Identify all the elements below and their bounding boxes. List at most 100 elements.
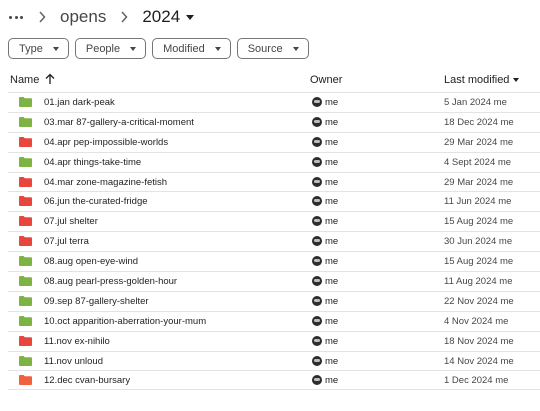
file-name: 07.jul terra xyxy=(44,236,89,248)
avatar xyxy=(312,375,322,386)
table-row[interactable]: 12.dec cvan-bursary me 1 Dec 2024 me xyxy=(8,370,540,391)
file-last-modified: 11 Jun 2024 me xyxy=(444,196,512,208)
file-name: 09.sep 87-gallery-shelter xyxy=(44,295,149,307)
table-row[interactable]: 04.apr pep-impossible-worlds me 29 Mar 202… xyxy=(8,131,540,152)
file-last-modified: 4 Sept 2024 me xyxy=(444,156,512,168)
filter-modified-chip[interactable]: Modified xyxy=(152,38,231,59)
file-owner: me xyxy=(325,315,339,327)
table-row[interactable]: 04.mar zone-magazine-fetish me 29 Mar 2024… xyxy=(8,171,540,192)
chevron-right-icon xyxy=(34,9,50,25)
breadcrumb-current-folder[interactable]: 2024 xyxy=(142,7,195,27)
column-owner-header[interactable]: Owner xyxy=(310,74,342,86)
folder-icon xyxy=(19,315,32,326)
folder-icon xyxy=(19,176,32,187)
filter-source-chip[interactable]: Source xyxy=(236,38,309,59)
avatar xyxy=(312,176,322,187)
file-list-header: Name Owner Last modified xyxy=(0,70,540,92)
avatar xyxy=(312,355,322,366)
table-row[interactable]: 07.jul terra me 30 Jun 2024 me xyxy=(8,231,540,251)
avatar xyxy=(312,216,322,227)
column-last-modified-label: Last modified xyxy=(444,74,510,86)
table-row[interactable]: 09.sep 87-gallery-shelter me 22 Nov 2024 m… xyxy=(8,290,540,311)
avatar xyxy=(312,236,322,247)
chevron-right-icon xyxy=(116,9,132,25)
file-owner: me xyxy=(325,156,339,168)
filter-people-chip[interactable]: People xyxy=(74,38,147,59)
file-owner: me xyxy=(325,116,339,128)
file-owner: me xyxy=(325,196,339,208)
file-owner: me xyxy=(325,276,339,288)
avatar xyxy=(312,136,322,147)
folder-icon xyxy=(19,216,32,227)
avatar xyxy=(312,156,322,167)
file-name: 11.nov ex-nihilo xyxy=(44,335,110,347)
avatar xyxy=(312,295,322,306)
table-row[interactable]: 06.jun the-curated-fridge me 11 Jun 2024 m… xyxy=(8,191,540,211)
file-owner: me xyxy=(325,355,339,367)
file-owner: me xyxy=(325,216,339,228)
file-last-modified: 11 Aug 2024 me xyxy=(444,276,513,288)
avatar xyxy=(312,196,322,207)
file-owner: me xyxy=(325,335,339,347)
file-last-modified: 22 Nov 2024 me xyxy=(444,295,514,307)
filter-modified-label: Modified xyxy=(163,42,205,55)
file-name: 08.aug pearl-press-golden-hour xyxy=(44,276,178,288)
table-row[interactable]: 11.nov unloud me 14 Nov 2024 me xyxy=(8,350,540,371)
breadcrumb-parent[interactable]: opens xyxy=(60,7,106,27)
file-name: 04.apr pep-impossible-worlds xyxy=(44,136,169,148)
filter-source-label: Source xyxy=(247,42,283,55)
more-horiz-icon[interactable] xyxy=(8,9,24,25)
table-row[interactable]: 04.apr things-take-time me 4 Sept 2024 me xyxy=(8,151,540,172)
folder-icon xyxy=(19,335,32,346)
file-owner: me xyxy=(325,295,339,307)
folder-icon xyxy=(19,355,32,366)
file-last-modified: 4 Nov 2024 me xyxy=(444,315,509,327)
folder-icon xyxy=(19,196,32,207)
caret-down-icon xyxy=(130,46,137,51)
sort-arrow-up-icon[interactable] xyxy=(44,72,58,86)
table-row[interactable]: 10.oct apparition-aberration-your-mum me 4… xyxy=(8,310,540,331)
table-row[interactable]: 03.mar 87-gallery-a-critical-moment me 18 … xyxy=(8,111,540,132)
file-name: 12.dec cvan-bursary xyxy=(44,375,131,387)
file-owner: me xyxy=(325,236,339,248)
table-row[interactable]: 08.aug open-eye-wind me 15 Aug 2024 me xyxy=(8,251,540,271)
file-last-modified: 29 Mar 2024 me xyxy=(444,136,514,148)
avatar xyxy=(312,97,322,107)
file-last-modified: 29 Mar 2024 me xyxy=(444,176,514,188)
file-owner: me xyxy=(325,176,339,188)
avatar xyxy=(312,315,322,326)
file-last-modified: 18 Nov 2024 me xyxy=(444,335,514,347)
file-name: 08.aug open-eye-wind xyxy=(44,256,139,268)
caret-down-icon xyxy=(52,46,59,51)
file-last-modified: 1 Dec 2024 me xyxy=(444,375,509,387)
file-last-modified: 18 Dec 2024 me xyxy=(444,116,514,128)
table-row[interactable]: 01.jan dark-peak me 5 Jan 2024 me xyxy=(8,92,540,112)
file-last-modified: 30 Jun 2024 me xyxy=(444,236,513,248)
file-name: 04.apr things-take-time xyxy=(44,156,142,168)
file-name: 04.mar zone-magazine-fetish xyxy=(44,176,168,188)
caret-down-icon xyxy=(292,46,299,51)
folder-icon xyxy=(19,116,32,127)
avatar xyxy=(312,276,322,287)
folder-icon xyxy=(19,136,32,147)
file-last-modified: 15 Aug 2024 me xyxy=(444,216,514,228)
filter-type-label: Type xyxy=(19,42,43,55)
avatar xyxy=(312,335,322,346)
column-name-header[interactable]: Name xyxy=(10,74,39,86)
folder-icon xyxy=(19,236,32,247)
column-last-modified-header[interactable]: Last modified xyxy=(444,74,520,86)
file-name: 01.jan dark-peak xyxy=(44,97,115,108)
filter-type-chip[interactable]: Type xyxy=(8,38,69,59)
file-last-modified: 15 Aug 2024 me xyxy=(444,256,514,268)
table-row[interactable]: 07.jul shelter me 15 Aug 2024 me xyxy=(8,211,540,231)
table-row[interactable]: 08.aug pearl-press-golden-hour me 11 Aug 2… xyxy=(8,271,540,291)
caret-down-icon xyxy=(214,46,221,51)
file-name: 07.jul shelter xyxy=(44,216,98,228)
folder-icon xyxy=(19,97,32,107)
avatar xyxy=(312,116,322,127)
table-row[interactable]: 11.nov ex-nihilo me 18 Nov 2024 me xyxy=(8,330,540,351)
folder-icon xyxy=(19,295,32,306)
breadcrumb: opens 2024 xyxy=(8,4,195,30)
caret-down-icon xyxy=(186,14,195,20)
file-name: 06.jun the-curated-fridge xyxy=(44,196,148,208)
